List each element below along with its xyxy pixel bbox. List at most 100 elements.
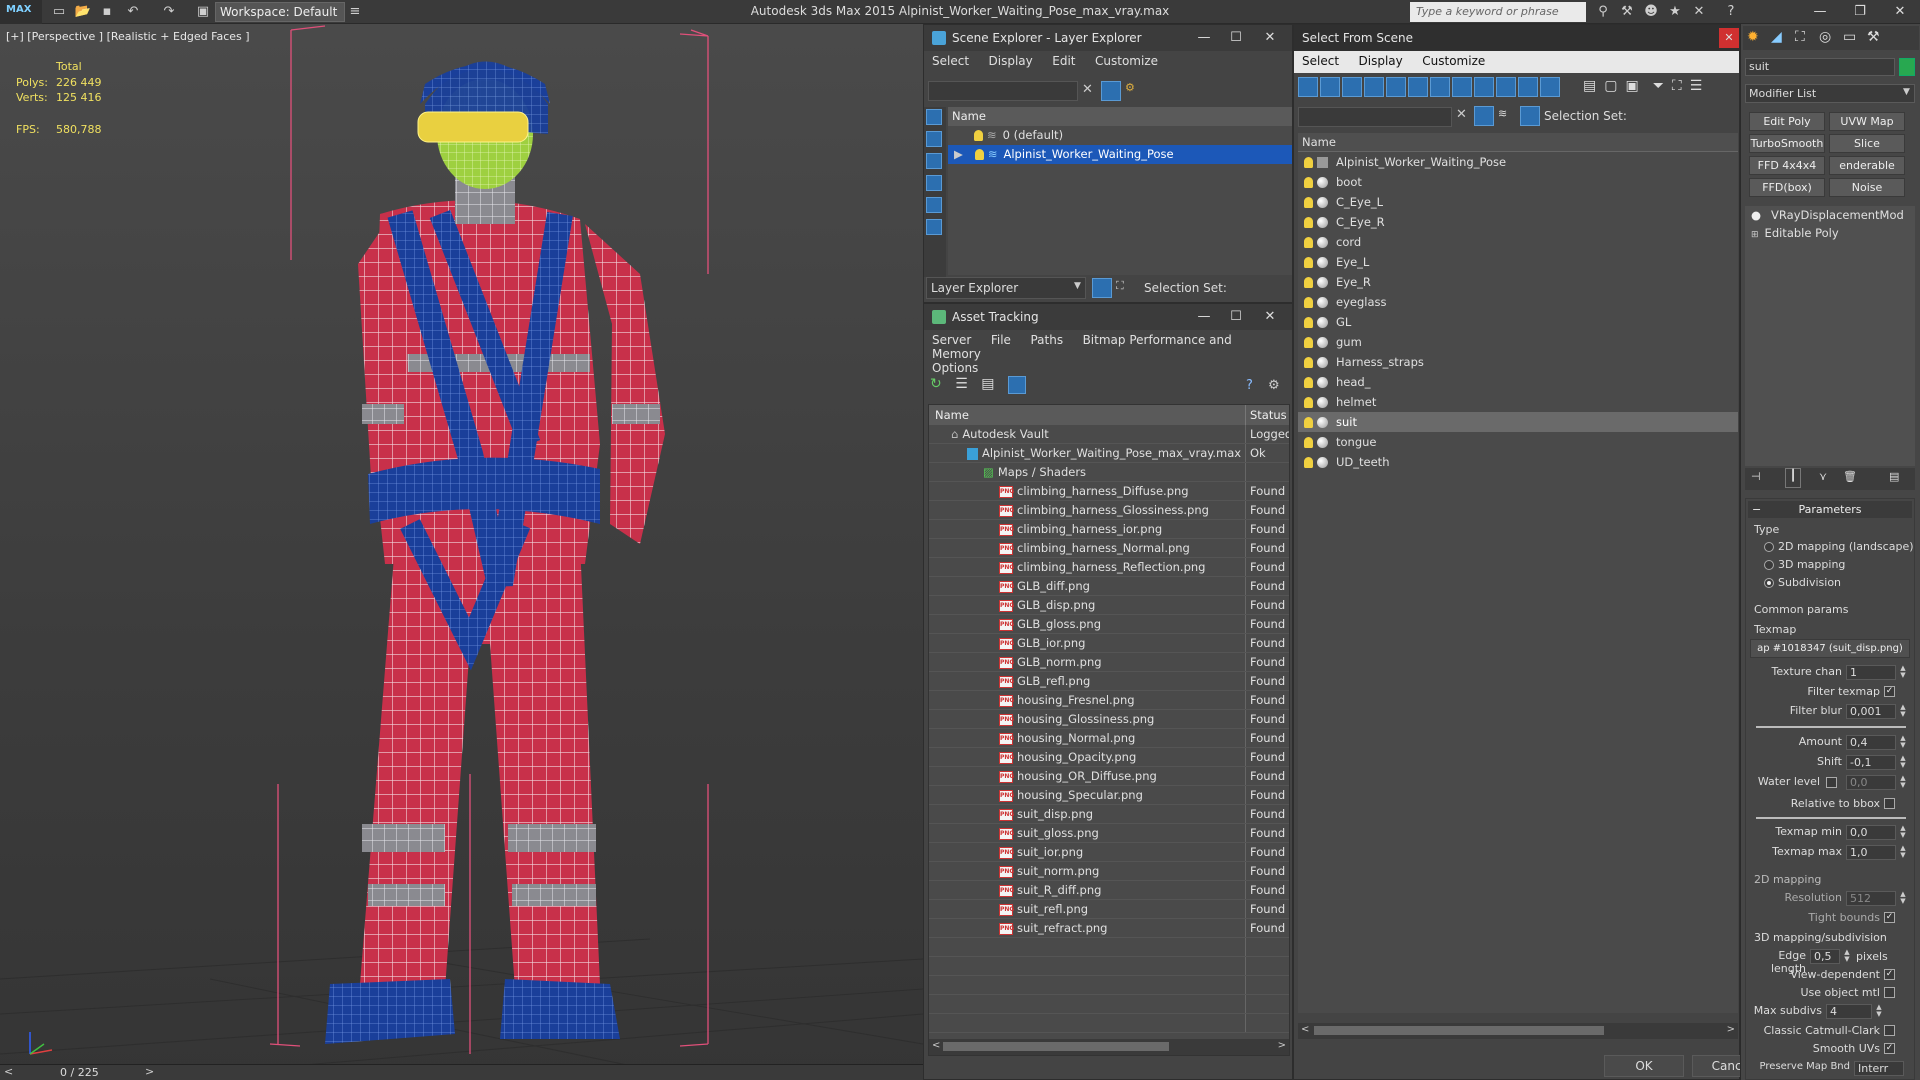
chevron-down-icon[interactable]: ▼ [1074, 281, 1081, 291]
make-unique-icon[interactable]: ⋎ [1819, 470, 1827, 483]
filter-hidden-icon[interactable] [1540, 77, 1560, 97]
resolution-field[interactable]: 512 [1846, 891, 1896, 906]
object-row[interactable]: head_ [1298, 372, 1738, 392]
object-row[interactable]: helmet [1298, 392, 1738, 412]
asset-row[interactable]: PNG suit_R_diff.png Found [929, 881, 1289, 900]
scroll-thumb[interactable] [1314, 1026, 1604, 1035]
modify-tab-icon[interactable]: ◢ [1771, 29, 1782, 45]
project-icon[interactable]: ▣ [194, 3, 212, 21]
display-spacewarps-icon[interactable] [926, 219, 942, 235]
display-shapes-icon[interactable] [926, 131, 942, 147]
bulb-icon[interactable]: ● [1751, 208, 1761, 222]
asset-row-vault[interactable]: ⌂ Autodesk Vault Logged [929, 425, 1289, 444]
filter-texmap-checkbox[interactable]: ✓ [1884, 686, 1895, 697]
redo-icon[interactable]: ↷ [160, 3, 178, 21]
filter-icon[interactable] [1474, 106, 1494, 126]
ffd-box-button[interactable]: FFD(box) [1749, 178, 1825, 197]
options-icon[interactable]: ☰ [1690, 78, 1703, 94]
list-view-icon[interactable]: ☰ [955, 376, 968, 392]
motion-tab-icon[interactable]: ◎ [1819, 29, 1831, 45]
texmap-max-field[interactable]: 1,0 [1846, 845, 1896, 860]
scene-explorer-titlebar[interactable]: Scene Explorer - Layer Explorer — ☐ ✕ [924, 25, 1292, 51]
filter-xrefs-icon[interactable] [1452, 77, 1472, 97]
texmap-button[interactable]: ap #1018347 (suit_disp.png) [1750, 639, 1910, 658]
object-row[interactable]: boot [1298, 172, 1738, 192]
close-icon[interactable]: ✕ [1719, 28, 1739, 48]
edit-poly-button[interactable]: Edit Poly [1749, 112, 1825, 131]
chevron-down-icon[interactable]: ▼ [1903, 87, 1910, 97]
visibility-bulb-icon[interactable] [1304, 377, 1313, 388]
preserve-map-bnd-dropdown[interactable]: Interr [1854, 1061, 1904, 1076]
display-geometry-icon[interactable] [926, 109, 942, 125]
classic-catmull-checkbox[interactable] [1884, 1025, 1895, 1036]
workspace-menu-icon[interactable]: ≡ [346, 3, 364, 21]
spinner-icon[interactable]: ▲ ▼ [1898, 845, 1908, 860]
filter-helpers-icon[interactable] [1386, 77, 1406, 97]
create-tab-icon[interactable]: ✹ [1747, 29, 1759, 45]
menu-customize[interactable]: Customize [1095, 54, 1158, 68]
object-row[interactable]: eyeglass [1298, 292, 1738, 312]
filter-cameras-icon[interactable] [1364, 77, 1384, 97]
asset-row[interactable]: PNG GLB_ior.png Found [929, 634, 1289, 653]
asset-row[interactable]: PNG suit_disp.png Found [929, 805, 1289, 824]
object-row[interactable]: tongue [1298, 432, 1738, 452]
filter-containers-icon[interactable] [1496, 77, 1516, 97]
menu-display[interactable]: Display [989, 54, 1033, 68]
filter-frozen-icon[interactable] [1518, 77, 1538, 97]
visibility-bulb-icon[interactable] [1304, 337, 1313, 348]
asset-row[interactable]: PNG housing_Opacity.png Found [929, 748, 1289, 767]
asset-row[interactable]: PNG GLB_refl.png Found [929, 672, 1289, 691]
visibility-bulb-icon[interactable] [1304, 237, 1313, 248]
visibility-bulb-icon[interactable] [1304, 257, 1313, 268]
visibility-bulb-icon[interactable] [1304, 197, 1313, 208]
clear-search-icon[interactable]: ✕ [1456, 107, 1467, 122]
display-cameras-icon[interactable] [926, 175, 942, 191]
visibility-bulb-icon[interactable] [1304, 157, 1313, 168]
status-column-header[interactable]: Status [1245, 405, 1287, 425]
spinner-icon[interactable]: ▲ ▼ [1842, 949, 1852, 964]
parameters-header[interactable]: − Parameters [1748, 501, 1912, 518]
object-row-selected[interactable]: suit [1298, 412, 1738, 432]
object-row[interactable]: Eye_R [1298, 272, 1738, 292]
texture-chan-field[interactable]: 1 [1846, 665, 1896, 680]
filter-spacewarps-icon[interactable] [1408, 77, 1428, 97]
asset-row[interactable]: PNG housing_OR_Diffuse.png Found [929, 767, 1289, 786]
visibility-bulb-icon[interactable] [974, 130, 983, 141]
relative-bbox-checkbox[interactable] [1884, 798, 1895, 809]
select-search-input[interactable] [1298, 107, 1452, 127]
asset-row[interactable]: PNG suit_refl.png Found [929, 900, 1289, 919]
configure-sets-icon[interactable]: ▤ [1889, 470, 1899, 483]
clear-search-icon[interactable]: ✕ [1082, 82, 1093, 97]
scroll-left-icon[interactable]: < [1301, 1024, 1309, 1035]
asset-tracking-titlebar[interactable]: Asset Tracking — ☐ ✕ [924, 304, 1292, 330]
noise-button[interactable]: Noise [1829, 178, 1905, 197]
menu-server[interactable]: Server [932, 333, 971, 347]
spinner-icon[interactable]: ▲ ▼ [1874, 1004, 1884, 1019]
asset-row[interactable]: PNG GLB_disp.png Found [929, 596, 1289, 615]
details-view-icon[interactable]: ▤ [981, 376, 994, 392]
scroll-right-icon[interactable]: > [1727, 1024, 1735, 1035]
type-subdivision-radio[interactable] [1764, 578, 1774, 588]
object-name-field[interactable]: suit [1745, 58, 1895, 76]
select-from-scene-titlebar[interactable]: Select From Scene ✕ [1294, 25, 1739, 51]
ffd-4x4x4-button[interactable]: FFD 4x4x4 [1749, 156, 1825, 175]
help-icon[interactable]: ? [1722, 3, 1740, 21]
keyword-search-input[interactable]: Type a keyword or phrase [1410, 2, 1586, 22]
asset-row[interactable]: PNG climbing_harness_ior.png Found [929, 520, 1289, 539]
filter-geometry-icon[interactable] [1298, 77, 1318, 97]
display-lights-icon[interactable] [926, 153, 942, 169]
visibility-bulb-icon[interactable] [1304, 277, 1313, 288]
table-view-icon[interactable] [1008, 376, 1027, 394]
expand-arrow-icon[interactable]: ▶ [954, 147, 963, 161]
new-file-icon[interactable]: ▭ [50, 3, 68, 21]
restore-icon[interactable]: ❐ [1840, 0, 1880, 24]
menu-paths[interactable]: Paths [1030, 333, 1063, 347]
layer-manager-icon[interactable] [1092, 278, 1112, 298]
layer-icon[interactable]: ≋ [1498, 107, 1507, 120]
filter-funnel-icon[interactable]: ⏷ [1653, 78, 1664, 94]
water-level-field[interactable]: 0,0 [1846, 775, 1896, 790]
select-all-icon[interactable]: ▤ [1583, 78, 1596, 94]
filter-icon[interactable] [1101, 81, 1121, 101]
visibility-bulb-icon[interactable] [1304, 397, 1313, 408]
hierarchy-tab-icon[interactable]: ⛶ [1795, 29, 1805, 45]
